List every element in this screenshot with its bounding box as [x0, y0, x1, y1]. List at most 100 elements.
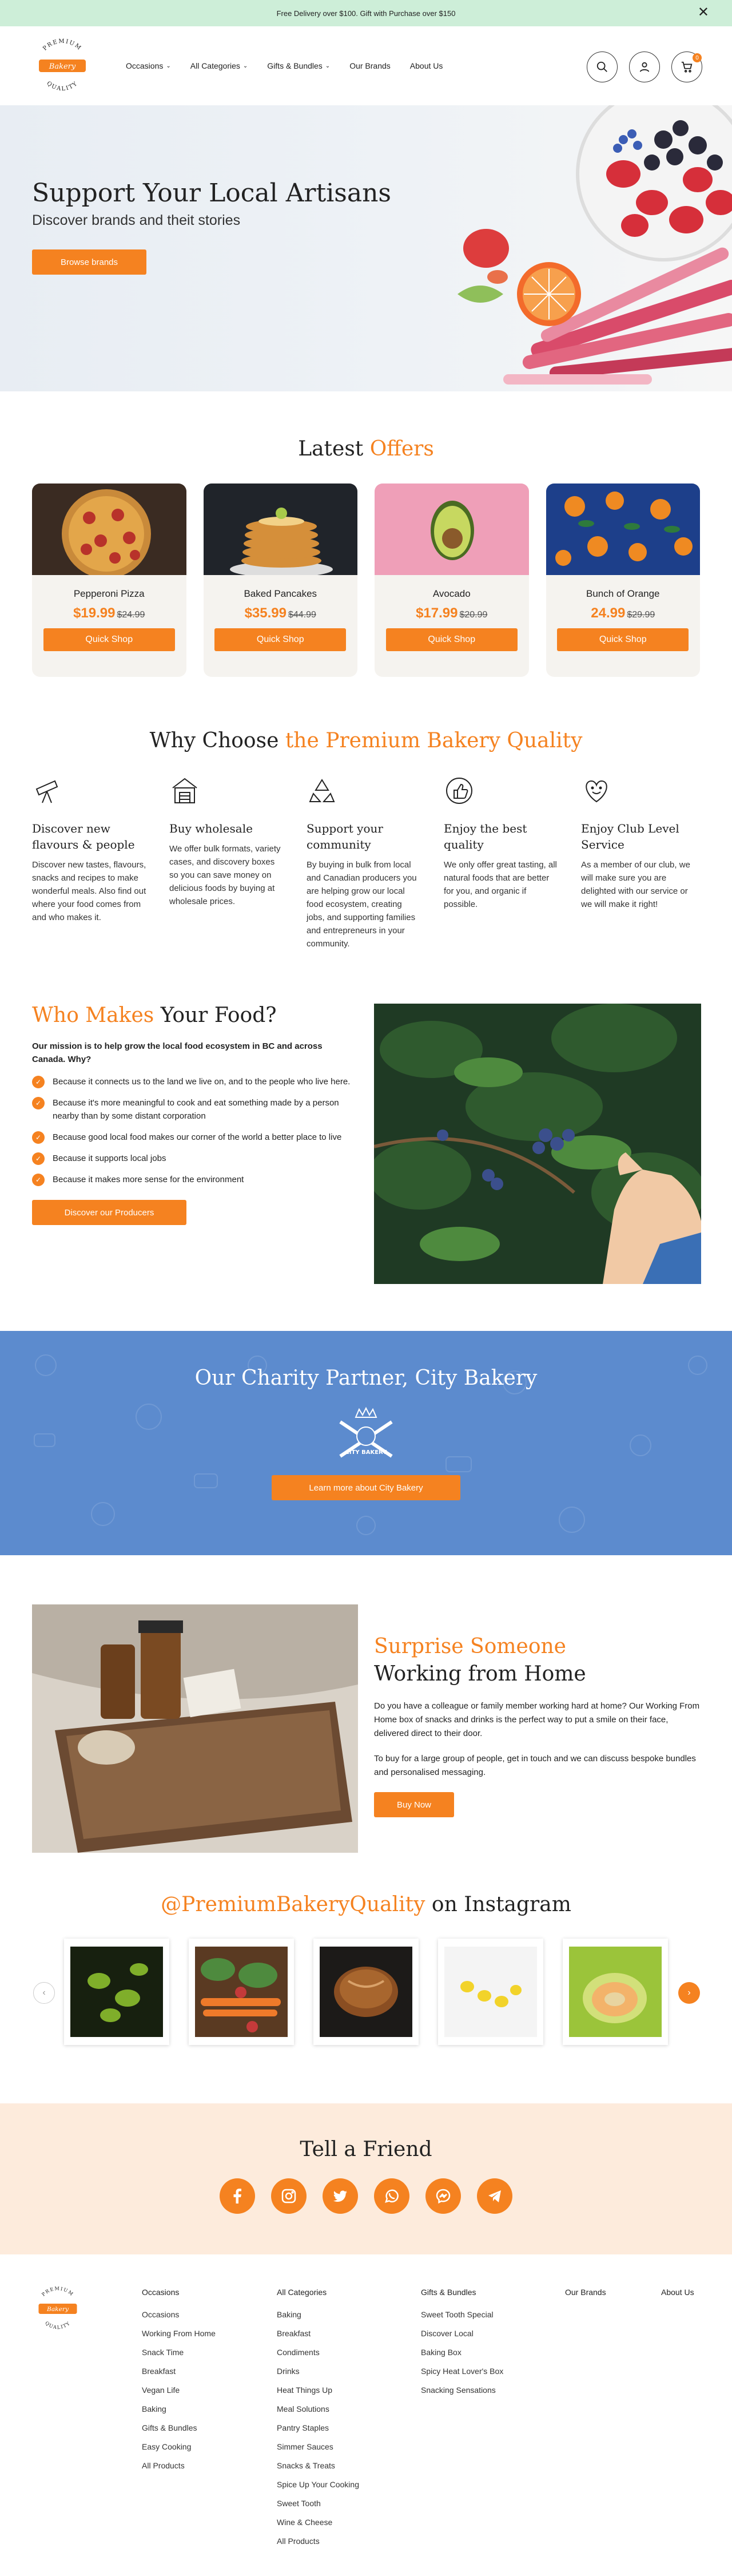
instagram-post[interactable]: [313, 1939, 419, 2045]
share-whatsapp-button[interactable]: [374, 2178, 409, 2214]
blueberry-picking-image: [374, 1004, 701, 1284]
site-logo[interactable]: PREMIUM QUALITY Bakery: [31, 34, 94, 97]
nav-gifts-bundles[interactable]: Gifts & Bundles ⌄: [267, 61, 330, 70]
recycle-icon: [309, 779, 335, 802]
account-button[interactable]: [629, 51, 660, 82]
instagram-post[interactable]: [64, 1939, 169, 2045]
footer-link[interactable]: Easy Cooking: [142, 2440, 216, 2453]
footer-link[interactable]: Working From Home: [142, 2327, 216, 2340]
instagram-handle[interactable]: @PremiumBakeryQuality: [161, 1893, 425, 1916]
nav-all-categories[interactable]: All Categories ⌄: [190, 61, 248, 70]
carousel-prev-button[interactable]: ‹: [33, 1982, 55, 2004]
footer-link[interactable]: Occasions: [142, 2308, 216, 2321]
footer-link[interactable]: Spice Up Your Cooking: [277, 2478, 359, 2491]
offer-card[interactable]: Pepperoni Pizza $19.99 $24.99 Quick Shop: [32, 484, 186, 677]
surprise-section: Surprise Someone Working from Home Do yo…: [0, 1555, 732, 1893]
price-current: 24.99: [591, 605, 626, 621]
footer-column-title[interactable]: Our Brands: [565, 2288, 606, 2297]
footer-link[interactable]: Gifts & Bundles: [142, 2422, 216, 2434]
footer-link[interactable]: Breakfast: [142, 2365, 216, 2377]
carousel-next-button[interactable]: ›: [678, 1982, 700, 2004]
footer-link[interactable]: Vegan Life: [142, 2384, 216, 2396]
footer-logo[interactable]: PREMIUM QUALITY Bakery: [32, 2283, 83, 2337]
why-text: We offer bulk formats, variety cases, an…: [169, 844, 281, 906]
footer-link[interactable]: Snack Time: [142, 2346, 216, 2359]
footer-link[interactable]: Spicy Heat Lover's Box: [421, 2365, 503, 2377]
hero-subtitle: Discover brands and theit stories: [32, 212, 241, 228]
instagram-post[interactable]: [563, 1939, 668, 2045]
footer-link[interactable]: Wine & Cheese: [277, 2516, 359, 2529]
why-item: Enjoy Club Level Service As a member of …: [581, 775, 695, 950]
latest-offers-section: Latest Offers Pepperoni Pizza $19.99 $24.…: [0, 391, 732, 712]
quick-shop-button[interactable]: Quick Shop: [385, 628, 518, 651]
footer-link[interactable]: Sweet Tooth Special: [421, 2308, 503, 2321]
footer-column-title: Gifts & Bundles: [421, 2288, 476, 2297]
footer-link[interactable]: Condiments: [277, 2346, 359, 2359]
learn-more-button[interactable]: Learn more about City Bakery: [272, 1475, 460, 1500]
offer-card[interactable]: Avocado $17.99 $20.99 Quick Shop: [375, 484, 529, 677]
offer-price: $35.99 $44.99: [204, 605, 358, 621]
footer-column-about-us: About Us: [661, 2288, 694, 2308]
footer-link[interactable]: Heat Things Up: [277, 2384, 359, 2396]
footer-link[interactable]: Snacking Sensations: [421, 2384, 503, 2396]
discover-producers-button[interactable]: Discover our Producers: [32, 1200, 186, 1225]
footer-link[interactable]: Pantry Staples: [277, 2422, 359, 2434]
footer-link[interactable]: Discover Local: [421, 2327, 503, 2340]
price-current: $17.99: [416, 605, 458, 621]
search-button[interactable]: [587, 51, 618, 82]
check-icon: ✓: [32, 1152, 45, 1165]
footer-link[interactable]: Meal Solutions: [277, 2403, 359, 2415]
messenger-icon: [436, 2189, 451, 2204]
cart-button[interactable]: 0: [671, 51, 702, 82]
instagram-post[interactable]: [438, 1939, 543, 2045]
footer-link[interactable]: Baking: [277, 2308, 359, 2321]
footer-link[interactable]: Drinks: [277, 2365, 359, 2377]
price-current: $19.99: [73, 605, 116, 621]
quick-shop-button[interactable]: Quick Shop: [214, 628, 347, 651]
share-facebook-button[interactable]: [220, 2178, 255, 2214]
footer-link[interactable]: Breakfast: [277, 2327, 359, 2340]
share-instagram-button[interactable]: [271, 2178, 307, 2214]
footer-link[interactable]: Snacks & Treats: [277, 2459, 359, 2472]
list-item: ✓ Because it connects us to the land we l…: [32, 1075, 358, 1088]
price-current: $35.99: [244, 605, 287, 621]
footer-link[interactable]: Simmer Sauces: [277, 2440, 359, 2453]
footer-link[interactable]: All Products: [142, 2459, 216, 2472]
instagram-section: @PremiumBakeryQuality on Instagram ‹ ›: [0, 1893, 732, 2103]
instagram-post[interactable]: [189, 1939, 294, 2045]
nav-our-brands[interactable]: Our Brands: [349, 61, 391, 70]
twitter-icon: [333, 2190, 347, 2202]
why-text: By buying in bulk from local and Canadia…: [307, 860, 417, 949]
svg-text:QUALITY: QUALITY: [44, 2320, 71, 2331]
browse-brands-button[interactable]: Browse brands: [32, 249, 146, 275]
instagram-icon: [281, 2189, 296, 2204]
surprise-content: Surprise Someone Working from Home Do yo…: [374, 1633, 700, 1817]
footer-link[interactable]: Sweet Tooth: [277, 2497, 359, 2510]
share-telegram-button[interactable]: [477, 2178, 512, 2214]
section-title: Latest Offers: [0, 437, 732, 461]
nav-about-us[interactable]: About Us: [410, 61, 443, 70]
share-messenger-button[interactable]: [425, 2178, 461, 2214]
quick-shop-button[interactable]: Quick Shop: [43, 628, 175, 651]
title-plain: Your Food?: [160, 1004, 277, 1027]
avocado-image: [375, 484, 529, 575]
buy-now-button[interactable]: Buy Now: [374, 1792, 454, 1817]
check-icon: ✓: [32, 1097, 45, 1109]
pancakes-image: [203, 484, 357, 577]
close-icon[interactable]: ✕: [698, 6, 709, 19]
reason-text: Because good local food makes our corner…: [53, 1132, 342, 1142]
footer-link[interactable]: Baking Box: [421, 2346, 503, 2359]
footer-link[interactable]: Baking: [142, 2403, 216, 2415]
why-text: Discover new tastes, flavours, snacks an…: [32, 860, 146, 922]
offer-card[interactable]: Baked Pancakes $35.99 $44.99 Quick Shop: [203, 484, 358, 677]
footer-column-title[interactable]: About Us: [661, 2288, 694, 2297]
footer-column-gifts-bundles: Gifts & Bundles Sweet Tooth Special Disc…: [421, 2288, 503, 2403]
footer-link[interactable]: All Products: [277, 2535, 359, 2547]
share-twitter-button[interactable]: [323, 2178, 358, 2214]
check-icon: ✓: [32, 1131, 45, 1144]
why-title: Enjoy Club Level Service: [581, 822, 679, 851]
quick-shop-button[interactable]: Quick Shop: [557, 628, 689, 651]
search-icon: [596, 61, 607, 72]
offer-card[interactable]: Bunch of Orange 24.99 $29.99 Quick Shop: [546, 484, 700, 677]
nav-occasions[interactable]: Occasions ⌄: [126, 61, 171, 70]
